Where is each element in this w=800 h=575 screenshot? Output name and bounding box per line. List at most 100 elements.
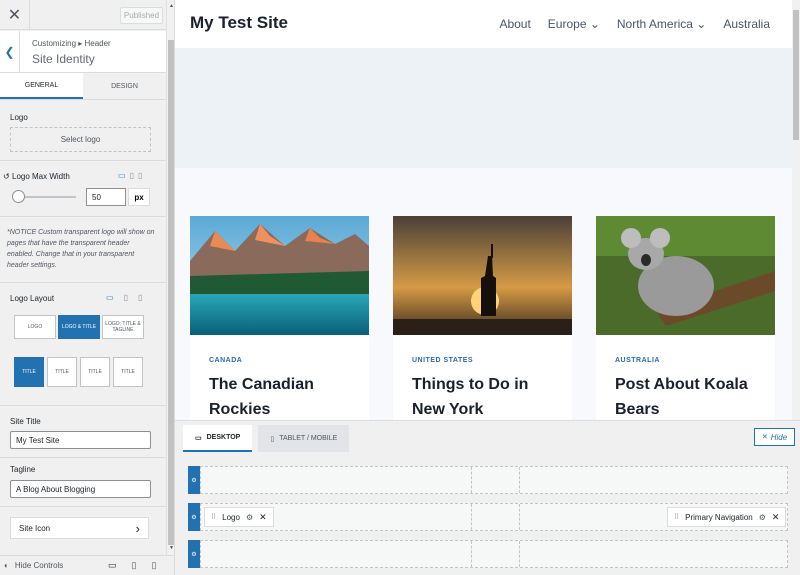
close-icon[interactable]: ✕ [772,512,780,523]
align-bottom-option[interactable]: TITLE [113,357,143,387]
tablet-icon[interactable]: ▯ [130,171,134,180]
nav-item-north-america[interactable]: North America ⌄ [617,17,706,31]
tagline-label: Tagline [10,465,36,474]
row-drop-area[interactable] [200,540,788,568]
gear-icon[interactable]: ⚙ [759,513,766,522]
desktop-preview-icon[interactable]: ▭ [108,560,117,571]
logo-label: Logo [10,113,28,122]
nav-item-about[interactable]: About [499,17,530,31]
layout-logo-title-option[interactable]: LOGO & TITLE [58,315,100,339]
logo-width-slider-track[interactable] [18,196,76,198]
post-category[interactable]: AUSTRALIA [615,357,660,364]
tablet-icon[interactable]: ▯ [124,293,128,302]
device-switcher: ▭ ▯ ▯ [106,293,142,302]
post-card[interactable]: CANADA The Canadian Rockies [190,216,369,420]
mobile-preview-icon[interactable]: ▯ [151,560,156,571]
select-logo-button[interactable]: Select logo [10,127,151,152]
logo-width-input[interactable]: 50 [86,188,126,206]
desktop-icon: ▭ [195,434,202,442]
logo-layout-label: Logo Layout [10,294,55,303]
section-title: Site Identity [32,52,95,66]
divider [0,405,166,406]
scroll-up-icon[interactable]: ▲ [168,3,174,9]
builder-row-main: ⚙ ⠿ Logo ⚙ ✕ ⠿ Primary Navigation ⚙ ✕ [188,503,788,531]
post-card[interactable]: AUSTRALIA Post About Koala Bears [596,216,775,420]
hide-builder-button[interactable]: ✕ Hide [754,428,795,446]
hide-controls-button[interactable]: ◐ Hide Controls [4,561,63,570]
post-image-statue-of-liberty[interactable] [393,216,572,335]
post-image-mountains[interactable] [190,216,369,335]
column-divider [471,541,472,567]
tab-general[interactable]: GENERAL [0,73,83,99]
gear-icon[interactable]: ⚙ [246,513,253,522]
primary-navigation: About Europe ⌄ North America ⌄ Australia [499,17,770,31]
divider [0,506,166,507]
scroll-thumb[interactable] [168,40,174,545]
divider [0,282,166,283]
primary-navigation-component[interactable]: ⠿ Primary Navigation ⚙ ✕ [667,507,787,527]
back-icon[interactable]: ❮ [0,31,20,73]
reset-icon[interactable]: ↺ [3,172,10,181]
post-title[interactable]: Post About Koala Bears [615,372,765,420]
customizer-window: ✕ Published ❮ Customizing ▸ Header Site … [0,0,800,575]
align-left-option[interactable]: TITLE [14,357,44,387]
row-drop-area[interactable]: ⠿ Logo ⚙ ✕ ⠿ Primary Navigation ⚙ ✕ [200,503,788,531]
site-icon-row[interactable]: Site Icon › [10,517,149,539]
tablet-preview-icon[interactable]: ▯ [132,560,137,571]
scroll-down-icon[interactable]: ▼ [168,545,174,551]
mobile-icon[interactable]: ▯ [138,171,142,180]
hide-label: Hide [770,432,788,442]
panel-topbar: ✕ Published [0,0,166,30]
customizer-panel: ✕ Published ❮ Customizing ▸ Header Site … [0,0,175,575]
tab-design[interactable]: DESIGN [83,73,166,99]
logo-component-label: Logo [222,512,240,522]
builder-tabs: ▭ DESKTOP ▯ TABLET / MOBILE [183,425,350,452]
published-button[interactable]: Published [120,7,163,24]
panel-tabs: GENERAL DESIGN [0,73,166,100]
logo-max-width-label: Logo Max Width [12,172,70,181]
post-title[interactable]: The Canadian Rockies [209,372,359,420]
preview-scrollbar[interactable] [792,0,800,420]
row-drop-area[interactable] [200,466,788,494]
tab-tablet-label: TABLET / MOBILE [279,435,338,442]
hero-area [175,48,800,168]
layout-logo-title-tagline-option[interactable]: LOGO; TITLE & TAGLINE [102,315,144,339]
nav-item-europe[interactable]: Europe ⌄ [548,17,600,31]
close-icon[interactable]: ✕ [259,512,267,523]
row-settings-icon[interactable]: ⚙ [188,466,200,494]
post-category[interactable]: CANADA [209,357,242,364]
logo-width-slider-handle[interactable] [12,190,25,203]
site-icon-label: Site Icon [19,523,51,533]
post-category[interactable]: UNITED STATES [412,357,473,364]
post-title[interactable]: Things to Do in New York [412,372,562,420]
row-settings-icon[interactable]: ⚙ [188,540,200,568]
site-preview: My Test Site About Europe ⌄ North Americ… [175,0,800,420]
column-divider [519,541,520,567]
desktop-icon[interactable]: ▭ [118,171,126,180]
site-title[interactable]: My Test Site [190,13,288,33]
layout-logo-option[interactable]: LOGO [14,315,56,339]
site-title-input[interactable]: My Test Site [10,431,151,449]
panel-scrollbar[interactable]: ▲ ▼ [166,0,174,555]
logo-component[interactable]: ⠿ Logo ⚙ ✕ [204,507,274,527]
drag-handle-icon[interactable]: ⠿ [211,513,216,521]
nav-item-australia[interactable]: Australia [723,17,770,31]
close-icon[interactable]: ✕ [0,0,30,30]
tab-desktop[interactable]: ▭ DESKTOP [183,425,253,452]
section-header: ❮ Customizing ▸ Header Site Identity [0,31,166,73]
tab-tablet-mobile[interactable]: ▯ TABLET / MOBILE [258,425,350,452]
scroll-thumb[interactable] [793,10,799,140]
align-top-option[interactable]: TITLE [80,357,110,387]
row-settings-icon[interactable]: ⚙ [188,503,200,531]
device-switcher: ▭ ▯ ▯ [118,171,142,180]
drag-handle-icon[interactable]: ⠿ [674,513,679,521]
builder-row-top: ⚙ [188,466,788,494]
mobile-icon[interactable]: ▯ [138,293,142,302]
collapse-icon: ◐ [4,561,9,570]
post-image-koala[interactable] [596,216,775,335]
tagline-input[interactable]: A Blog About Blogging [10,480,151,498]
site-header: My Test Site About Europe ⌄ North Americ… [175,0,800,48]
post-card[interactable]: UNITED STATES Things to Do in New York [393,216,572,420]
align-right-option[interactable]: TITLE [47,357,77,387]
desktop-icon[interactable]: ▭ [106,293,114,302]
